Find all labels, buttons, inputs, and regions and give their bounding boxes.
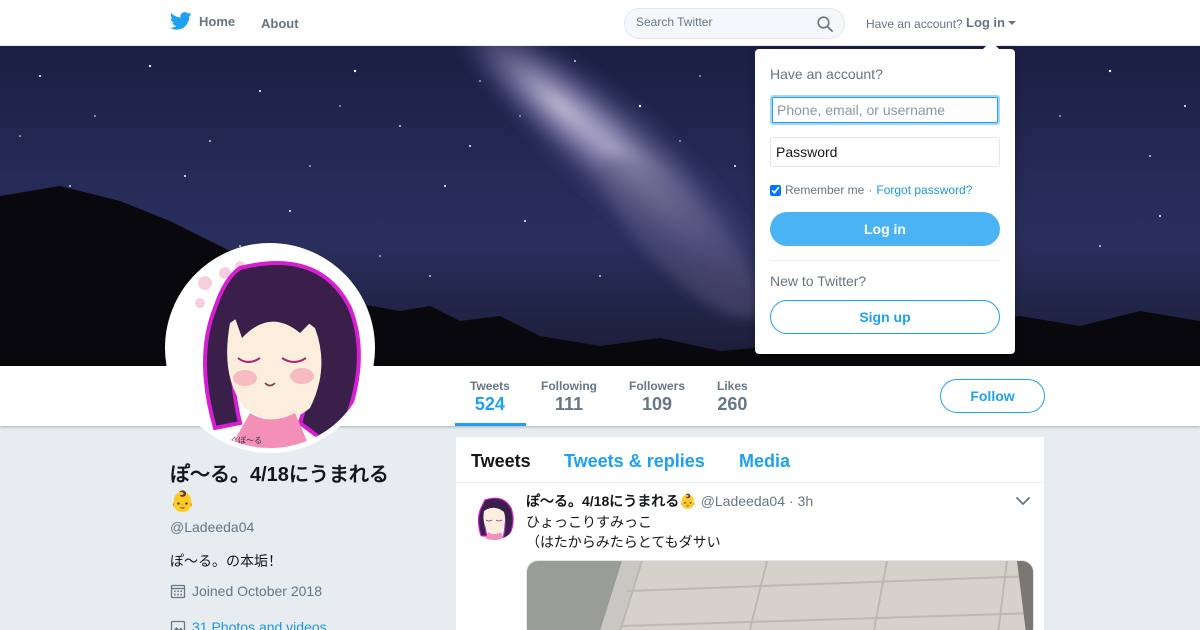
tweet-timestamp[interactable]: · 3h: [789, 493, 813, 509]
stat-value: 260: [717, 394, 748, 414]
nav-about-link[interactable]: About: [261, 16, 299, 31]
profile-joined: Joined October 2018: [170, 583, 322, 599]
baby-emoji-icon: 👶: [679, 493, 697, 509]
photos-videos-link[interactable]: 31 Photos and videos: [170, 619, 327, 630]
tweet-photo-image: [527, 561, 1033, 630]
tweet-header: ぽ〜る。4/18にうまれる👶 @Ladeeda04 · 3h: [526, 491, 813, 511]
baby-emoji-icon: 👶: [170, 491, 195, 513]
stat-label: Following: [541, 379, 597, 393]
profile-handle[interactable]: @Ladeeda04: [170, 519, 254, 535]
stat-tweets[interactable]: Tweets 524: [470, 379, 510, 415]
dropdown-title: Have an account?: [770, 66, 883, 82]
profile-name-text: ぽ〜る。4/18にうまれる: [170, 464, 389, 486]
stat-label: Likes: [717, 379, 748, 393]
avatar-caption: ぐぽ〜る: [230, 436, 262, 445]
remember-me-checkbox[interactable]: [770, 184, 781, 196]
profile-name: ぽ〜る。4/18にうまれる 👶: [170, 462, 400, 516]
login-toggle-label: Log in: [966, 15, 1005, 30]
username-input[interactable]: [770, 95, 1000, 125]
login-submit-button[interactable]: Log in: [770, 212, 1000, 246]
password-input[interactable]: [770, 137, 1000, 167]
tweet-text-line: ひょっこりすみっこ: [526, 514, 652, 530]
login-dropdown-toggle[interactable]: Log in: [966, 15, 1016, 30]
stat-label: Followers: [629, 379, 686, 393]
tab-tweets[interactable]: Tweets: [471, 451, 531, 472]
stat-followers[interactable]: Followers 109: [629, 379, 685, 415]
have-account-text: Have an account?: [866, 17, 963, 31]
calendar-icon: [170, 584, 186, 599]
separator-dot: ·: [868, 183, 873, 197]
tweet-author-name-text: ぽ〜る。4/18にうまれる: [526, 493, 680, 509]
forgot-password-link[interactable]: Forgot password?: [876, 183, 972, 197]
dropdown-notch: [983, 41, 999, 49]
joined-text: Joined October 2018: [192, 583, 322, 599]
photos-label: 31 Photos and videos: [192, 619, 327, 630]
dropdown-divider: [770, 260, 1000, 261]
tweet-author-name[interactable]: ぽ〜る。4/18にうまれる👶: [526, 491, 697, 511]
twitter-bird-icon: [170, 12, 192, 30]
remember-me-row: Remember me · Forgot password?: [770, 183, 972, 197]
stat-value: 524: [474, 394, 505, 414]
new-to-twitter-text: New to Twitter?: [770, 273, 867, 289]
profile-bio: ぽ〜る。の本垢！: [170, 553, 282, 569]
tab-tweets-replies[interactable]: Tweets & replies: [564, 451, 705, 472]
tweet-author-handle[interactable]: @Ladeeda04: [701, 493, 785, 509]
timeline-tabs: Tweets Tweets & replies Media: [456, 437, 1044, 483]
search-box: [624, 8, 845, 39]
tab-media[interactable]: Media: [739, 451, 790, 472]
caret-down-icon: [1008, 21, 1016, 25]
signup-button[interactable]: Sign up: [770, 300, 1000, 334]
profile-avatar[interactable]: ぐぽ〜る: [165, 243, 375, 453]
image-icon: [170, 620, 186, 630]
follow-button[interactable]: Follow: [940, 379, 1045, 413]
active-stat-underline: [455, 423, 526, 426]
search-icon[interactable]: [817, 16, 833, 32]
stat-value: 111: [554, 394, 584, 414]
anime-character-avatar-image: ぐぽ〜る: [170, 248, 370, 448]
tweet-media[interactable]: [526, 560, 1034, 630]
tweet-avatar[interactable]: [471, 494, 517, 540]
stat-value: 109: [641, 394, 673, 414]
login-dropdown: Have an account? Remember me · Forgot pa…: [755, 41, 1015, 354]
top-navigation: Home About Have an account? Log in: [0, 0, 1200, 46]
nav-home-link[interactable]: Home: [170, 12, 235, 30]
remember-me-label[interactable]: Remember me: [785, 183, 864, 197]
chevron-down-icon[interactable]: [1016, 496, 1030, 506]
stat-likes[interactable]: Likes 260: [717, 379, 748, 415]
tweet-text-line: （はたからみたらとてもダサい: [526, 534, 721, 550]
search-input[interactable]: [636, 15, 806, 29]
stat-label: Tweets: [470, 379, 510, 393]
nav-home-label: Home: [199, 13, 236, 29]
tweet-avatar-image: [471, 494, 517, 540]
stat-following[interactable]: Following 111: [541, 379, 597, 415]
